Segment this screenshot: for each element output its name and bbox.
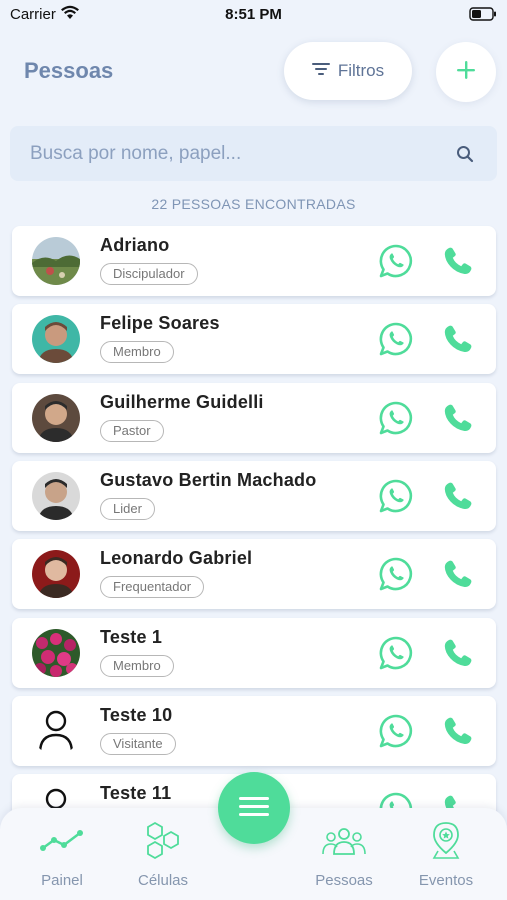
phone-icon[interactable] xyxy=(442,245,474,277)
clock: 8:51 PM xyxy=(225,6,282,23)
person-card[interactable]: Leonardo Gabriel Frequentador xyxy=(12,539,496,610)
search-icon[interactable] xyxy=(445,145,485,163)
chart-line-icon xyxy=(12,818,112,864)
person-name: Teste 10 xyxy=(100,704,173,725)
whatsapp-icon[interactable] xyxy=(378,713,414,749)
search-input[interactable] xyxy=(30,142,445,165)
person-name: Teste 11 xyxy=(100,783,172,804)
nav-label-pessoas: Pessoas xyxy=(315,872,373,889)
person-card[interactable]: Felipe Soares Membro xyxy=(12,304,496,375)
add-person-button[interactable] xyxy=(436,42,496,102)
page-title: Pessoas xyxy=(24,58,114,83)
person-card[interactable]: Adriano Discipulador xyxy=(12,226,496,296)
avatar xyxy=(32,550,80,599)
whatsapp-icon[interactable] xyxy=(378,635,414,671)
whatsapp-icon[interactable] xyxy=(378,321,414,357)
location-pin-icon xyxy=(396,818,496,864)
person-name: Adriano xyxy=(100,235,170,255)
whatsapp-icon[interactable] xyxy=(378,400,414,436)
phone-icon[interactable] xyxy=(442,637,474,669)
role-badge: Discipulador xyxy=(100,263,198,285)
avatar xyxy=(32,315,80,364)
avatar xyxy=(32,471,80,520)
whatsapp-icon[interactable] xyxy=(378,478,414,514)
plus-icon xyxy=(456,60,476,85)
nav-label-painel: Painel xyxy=(41,872,83,889)
status-bar: Carrier 8:51 PM xyxy=(0,0,507,30)
role-badge: Pastor xyxy=(100,419,164,442)
filter-button[interactable]: Filtros xyxy=(284,42,412,100)
phone-icon[interactable] xyxy=(442,402,474,434)
avatar xyxy=(32,393,80,442)
phone-icon[interactable] xyxy=(442,480,474,512)
battery-icon xyxy=(469,7,497,26)
role-badge: Lider xyxy=(100,497,155,520)
avatar xyxy=(32,628,80,677)
avatar-placeholder-icon xyxy=(32,707,80,755)
person-card[interactable]: Teste 10 Visitante xyxy=(12,695,496,766)
person-card[interactable]: Guilherme Guidelli Pastor xyxy=(12,382,496,453)
phone-icon[interactable] xyxy=(442,323,474,355)
hexagons-icon xyxy=(113,818,213,864)
results-count: 22 PESSOAS ENCONTRADAS xyxy=(151,196,356,212)
person-card[interactable]: Gustavo Bertin Machado Lider xyxy=(12,460,496,531)
phone-icon[interactable] xyxy=(442,715,474,747)
whatsapp-icon[interactable] xyxy=(378,243,414,279)
person-name: Leonardo Gabriel xyxy=(100,548,253,569)
menu-icon xyxy=(239,795,269,822)
role-badge: Frequentador xyxy=(100,576,205,599)
role-badge: Visitante xyxy=(100,732,176,755)
avatar xyxy=(32,237,80,285)
nav-item-painel[interactable]: Painel xyxy=(12,818,112,889)
nav-item-eventos[interactable]: Eventos xyxy=(396,818,496,889)
nav-item-pessoas[interactable]: Pessoas xyxy=(294,818,394,889)
person-name: Gustavo Bertin Machado xyxy=(100,469,317,490)
search-bar xyxy=(10,126,497,181)
person-name: Teste 1 xyxy=(100,626,163,647)
whatsapp-icon[interactable] xyxy=(378,556,414,592)
filter-icon xyxy=(311,62,330,81)
filter-button-label: Filtros xyxy=(337,61,385,80)
person-name: Guilherme Guidelli xyxy=(100,391,264,412)
phone-icon[interactable] xyxy=(442,558,474,590)
menu-fab-button[interactable] xyxy=(218,772,290,844)
nav-label-eventos: Eventos xyxy=(418,872,474,889)
nav-label-celulas: Células xyxy=(137,872,189,889)
people-group-icon xyxy=(294,818,394,864)
role-badge: Membro xyxy=(100,654,174,677)
nav-item-celulas[interactable]: Células xyxy=(113,818,213,889)
person-name: Felipe Soares xyxy=(100,313,220,334)
person-card[interactable]: Teste 1 Membro xyxy=(12,617,496,688)
role-badge: Membro xyxy=(100,341,174,364)
